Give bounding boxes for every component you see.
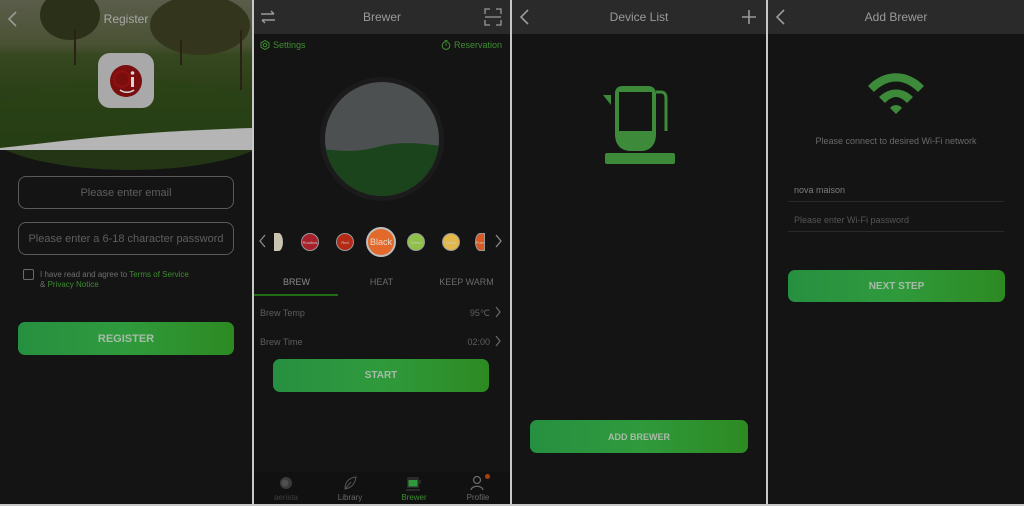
tea-label: Puer xyxy=(475,239,485,245)
nav-label: Brewer xyxy=(401,493,427,502)
active-tab-indicator xyxy=(254,294,338,296)
brew-temp-value: 95℃ xyxy=(469,308,490,318)
email-input[interactable] xyxy=(18,176,234,209)
tea-option[interactable]: Green xyxy=(407,233,425,251)
hero-wave xyxy=(0,128,252,150)
settings-label: Settings xyxy=(273,40,306,50)
agree-label: I have read and agree to xyxy=(40,270,130,279)
brew-temp-row[interactable]: Brew Temp 95℃ xyxy=(254,300,510,326)
brewer-icon xyxy=(406,477,421,491)
brew-temp-label: Brew Temp xyxy=(260,308,305,318)
nav-profile[interactable]: Profile xyxy=(446,472,510,504)
mode-tabs: BREW HEAT KEEP WARM xyxy=(254,272,510,298)
tea-option[interactable]: Black xyxy=(366,227,396,257)
nav-label: Profile xyxy=(466,493,490,502)
register-button[interactable]: REGISTER xyxy=(18,322,234,355)
page-title: Device List xyxy=(609,10,669,24)
tea-label: White xyxy=(445,239,457,245)
tea-option[interactable] xyxy=(274,233,283,251)
tea-label: Green xyxy=(410,239,422,245)
tab-brew[interactable]: BREW xyxy=(254,272,339,292)
chevron-right-icon xyxy=(495,335,501,347)
top-bar: Brewer xyxy=(254,0,510,34)
brew-time-value: 02:00 xyxy=(467,337,490,347)
tea-label: Black xyxy=(369,237,392,247)
top-bar: Add Brewer xyxy=(768,0,1024,34)
tea-label: Red xyxy=(341,239,349,245)
timer-icon xyxy=(441,40,451,50)
brew-level-gauge xyxy=(320,77,444,201)
wifi-password-input[interactable] xyxy=(788,208,1004,232)
tab-heat[interactable]: HEAT xyxy=(339,272,424,292)
start-button[interactable]: START xyxy=(273,359,489,392)
next-tea-icon[interactable] xyxy=(494,234,502,248)
bottom-nav: aerista Library Brewer Profile xyxy=(254,472,510,504)
settings-icon xyxy=(260,40,270,50)
kettle-icon xyxy=(603,86,675,164)
tea-label: Rooibos xyxy=(302,239,318,245)
wifi-instruction: Please connect to desired Wi-Fi network xyxy=(815,136,977,146)
hero-image: Register xyxy=(0,0,252,170)
aerista-icon xyxy=(280,477,292,489)
brewer-screen: Brewer Settings Reservation Rooibos Red Bl… xyxy=(254,0,510,504)
page-title: Brewer xyxy=(362,10,401,24)
next-step-button[interactable]: NEXT STEP xyxy=(788,270,1005,302)
gauge-liquid xyxy=(325,143,439,196)
nav-label: Library xyxy=(337,493,363,502)
nav-library[interactable]: Library xyxy=(318,472,382,504)
add-brewer-screen: Add Brewer Please connect to desired Wi-… xyxy=(768,0,1024,504)
notification-badge xyxy=(485,474,490,479)
page-title: Register xyxy=(103,12,149,26)
qi-logo-icon xyxy=(110,65,142,97)
profile-icon xyxy=(470,475,484,491)
terms-link[interactable]: Terms of Service xyxy=(129,270,189,279)
register-screen: Register I have read and agree to Terms … xyxy=(0,0,252,504)
top-bar: Device List xyxy=(512,0,766,34)
leaf-icon xyxy=(344,476,357,490)
reservation-label: Reservation xyxy=(453,40,502,50)
brew-time-row[interactable]: Brew Time 02:00 xyxy=(254,329,510,355)
tab-keep-warm[interactable]: KEEP WARM xyxy=(424,272,509,292)
tea-option[interactable]: Red xyxy=(336,233,354,251)
tea-option[interactable]: Rooibos xyxy=(301,233,319,251)
nav-brewer[interactable]: Brewer xyxy=(382,472,446,504)
nav-aerista[interactable]: aerista xyxy=(254,472,318,504)
tea-option[interactable]: White xyxy=(442,233,460,251)
prev-tea-icon[interactable] xyxy=(259,234,267,248)
wifi-ssid-input[interactable] xyxy=(788,178,1004,202)
app-logo xyxy=(98,53,154,108)
page-title: Add Brewer xyxy=(864,10,928,24)
wifi-icon xyxy=(868,73,924,114)
add-brewer-button[interactable]: ADD BREWER xyxy=(530,420,748,453)
add-icon[interactable] xyxy=(740,8,758,26)
tea-selector: Rooibos Red Black Green White Puer xyxy=(254,222,510,262)
privacy-link[interactable]: Privacy Notice xyxy=(48,280,99,289)
settings-link[interactable]: Settings xyxy=(260,40,306,50)
password-input[interactable] xyxy=(18,222,234,255)
chevron-right-icon xyxy=(495,306,501,318)
device-list-screen: Device List ADD BREWER xyxy=(512,0,766,504)
terms-checkbox[interactable] xyxy=(23,269,34,280)
scan-icon[interactable] xyxy=(484,8,502,26)
tea-option[interactable]: Puer xyxy=(475,233,485,251)
ampersand: & xyxy=(40,280,48,289)
nav-label: aerista xyxy=(273,493,298,502)
brew-time-label: Brew Time xyxy=(260,337,303,347)
reservation-link[interactable]: Reservation xyxy=(441,40,502,50)
